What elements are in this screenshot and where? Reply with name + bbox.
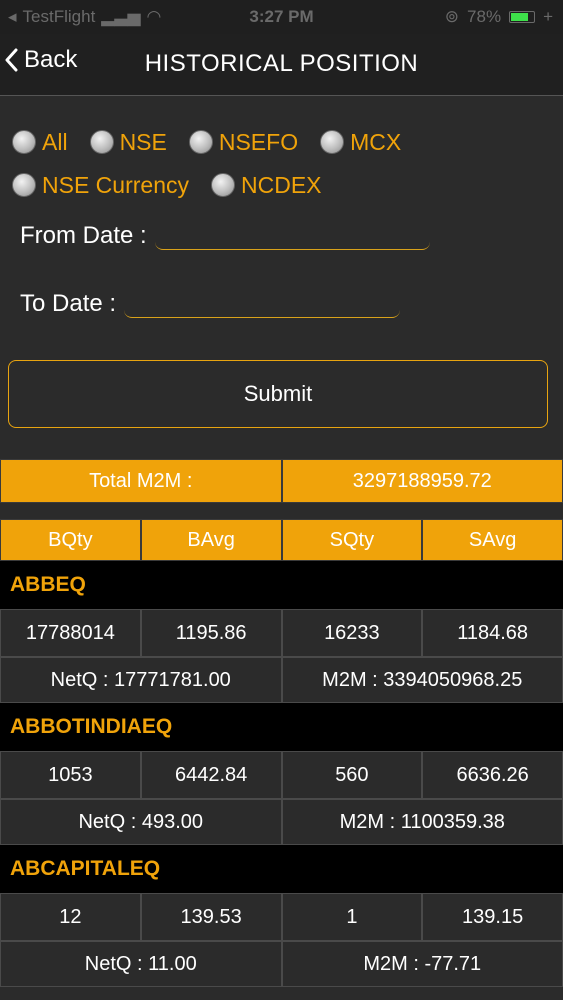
table-row: 12 139.53 1 139.15	[0, 893, 563, 941]
table-header: BQty BAvg SQty SAvg	[0, 519, 563, 561]
bqty-cell: 1053	[0, 751, 141, 799]
status-right: ⊚ 78% +	[445, 7, 553, 27]
radio-nse-currency[interactable]: NSE Currency	[12, 172, 189, 199]
bavg-cell: 139.53	[140, 893, 282, 941]
radio-circle-icon	[188, 130, 213, 154]
radio-circle-icon	[210, 173, 235, 197]
table-row-net: NetQ : 493.00 M2M : 1100359.38	[0, 799, 563, 845]
battery-percent: 78%	[467, 7, 502, 26]
spacer	[0, 503, 563, 519]
radio-label: NSEFO	[218, 128, 299, 155]
netq-cell: NetQ : 17771781.00	[0, 657, 282, 703]
from-date-field[interactable]	[154, 224, 430, 250]
savg-cell: 139.15	[422, 893, 563, 941]
table-row-net: NetQ : 17771781.00 M2M : 3394050968.25	[0, 657, 563, 703]
radio-all[interactable]: All	[12, 129, 68, 156]
from-date-label: From Date :	[20, 222, 147, 249]
exchange-filter: All NSE NSEFO MCX NSE Currency NCDEX	[12, 122, 552, 208]
radio-nse[interactable]: NSE	[89, 128, 167, 156]
bqty-cell: 12	[0, 893, 141, 941]
total-m2m-value: 3297188959.72	[281, 459, 563, 503]
column-header-bavg: BAvg	[140, 519, 282, 561]
position-symbol[interactable]: ABBOTINDIAEQ	[0, 703, 563, 751]
radio-mcx[interactable]: MCX	[320, 129, 401, 156]
m2m-cell: M2M : 1100359.38	[281, 799, 563, 845]
radio-label: MCX	[350, 128, 402, 155]
rotation-lock-icon: ⊚	[444, 7, 460, 26]
battery-icon	[509, 11, 536, 23]
radio-row-2: NSE Currency NCDEX	[12, 165, 552, 205]
navigation-bar: Back HISTORICAL POSITION	[0, 34, 563, 96]
status-bar: ◂ TestFlight ▂▃▅ ◠ 3:27 PM ⊚ 78% +	[0, 0, 563, 34]
radio-circle-icon	[320, 130, 345, 154]
radio-ncdex[interactable]: NCDEX	[210, 171, 322, 199]
submit-button[interactable]: Submit	[8, 360, 548, 428]
to-date-row: To Date :	[20, 290, 401, 318]
savg-cell: 6636.26	[422, 751, 563, 799]
column-header-sqty: SQty	[281, 519, 423, 561]
bavg-cell: 6442.84	[140, 751, 282, 799]
radio-label: NSE	[119, 128, 167, 155]
positions-table: Total M2M : 3297188959.72 BQty BAvg SQty…	[0, 459, 563, 987]
to-date-field[interactable]	[124, 292, 401, 318]
charging-icon: +	[543, 7, 553, 26]
column-header-savg: SAvg	[422, 519, 563, 561]
bavg-cell: 1195.86	[140, 609, 282, 657]
radio-circle-icon	[89, 130, 114, 154]
radio-label: NCDEX	[240, 171, 322, 198]
netq-cell: NetQ : 11.00	[0, 941, 282, 987]
column-header-bqty: BQty	[0, 519, 141, 561]
total-m2m-label: Total M2M :	[0, 459, 282, 503]
table-row: 1053 6442.84 560 6636.26	[0, 751, 563, 799]
to-date-label: To Date :	[20, 290, 117, 317]
m2m-cell: M2M : 3394050968.25	[281, 657, 563, 703]
radio-row-1: All NSE NSEFO MCX	[12, 122, 552, 162]
savg-cell: 1184.68	[422, 609, 563, 657]
netq-cell: NetQ : 493.00	[0, 799, 282, 845]
radio-circle-icon	[12, 130, 36, 154]
table-row: 17788014 1195.86 16233 1184.68	[0, 609, 563, 657]
sqty-cell: 1	[281, 893, 423, 941]
m2m-cell: M2M : -77.71	[281, 941, 563, 987]
table-row-net: NetQ : 11.00 M2M : -77.71	[0, 941, 563, 987]
radio-label: NSE Currency	[42, 171, 189, 198]
from-date-row: From Date :	[20, 222, 430, 250]
total-m2m-row: Total M2M : 3297188959.72	[0, 459, 563, 503]
page-title: HISTORICAL POSITION	[144, 50, 419, 77]
sqty-cell: 16233	[281, 609, 423, 657]
position-symbol[interactable]: ABBEQ	[0, 561, 563, 609]
radio-nsefo[interactable]: NSEFO	[188, 128, 299, 156]
radio-label: All	[42, 128, 68, 155]
position-symbol[interactable]: ABCAPITALEQ	[0, 845, 563, 893]
sqty-cell: 560	[281, 751, 423, 799]
radio-circle-icon	[12, 173, 36, 197]
bqty-cell: 17788014	[0, 609, 141, 657]
